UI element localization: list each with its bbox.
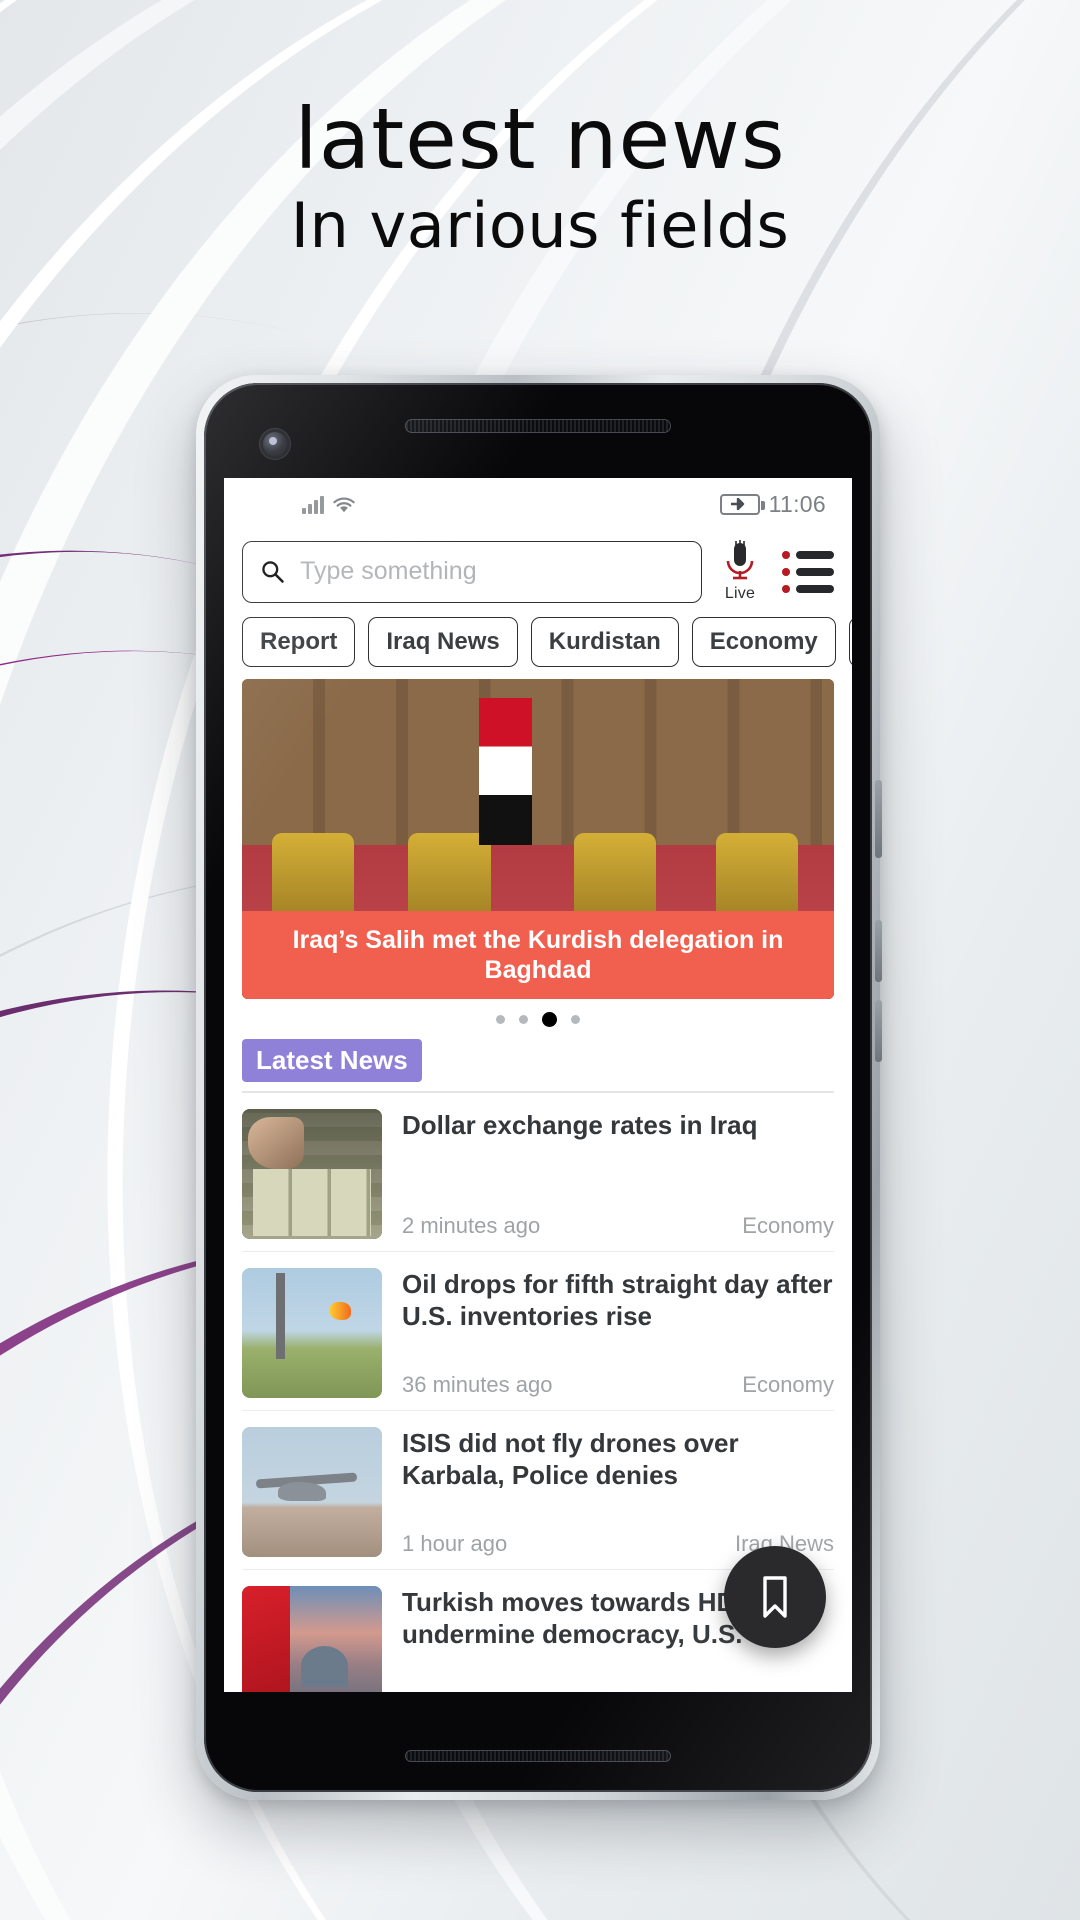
live-label: Live <box>724 585 756 602</box>
hero-caption: Iraq’s Salih met the Kurdish delegation … <box>242 911 834 999</box>
category-chip-report[interactable]: Report <box>242 617 356 667</box>
carousel-dot[interactable] <box>519 1015 528 1024</box>
carousel-dot-active[interactable] <box>542 1012 557 1027</box>
news-category: Economy <box>742 1372 834 1397</box>
news-timestamp: 1 hour ago <box>402 1690 507 1692</box>
poster-headline: latest news <box>294 90 786 188</box>
news-timestamp: 36 minutes ago <box>402 1372 553 1397</box>
status-bar-clock: 11:06 <box>768 490 826 517</box>
front-camera-icon <box>260 429 290 459</box>
category-chip-economy[interactable]: Economy <box>691 617 836 667</box>
news-list-item[interactable]: Dollar exchange rates in Iraq 2 minutes … <box>242 1093 834 1252</box>
news-title: ISIS did not fly drones over Karbala, Po… <box>402 1428 739 1490</box>
bottom-speaker-grille <box>405 1750 671 1762</box>
news-title: Dollar exchange rates in Iraq <box>402 1110 758 1140</box>
carousel-dot[interactable] <box>571 1015 580 1024</box>
menu-bar-icon <box>795 567 834 576</box>
menu-dot-icon <box>782 584 790 593</box>
status-bar: 11:06 <box>224 478 852 530</box>
category-chip-list[interactable]: Report Iraq News Kurdistan Economy World <box>224 609 852 679</box>
menu-bar-icon <box>795 584 834 593</box>
menu-dot-icon <box>782 567 790 576</box>
microphone-icon <box>726 540 754 580</box>
news-thumbnail <box>242 1586 382 1692</box>
live-mic-button[interactable]: Live <box>712 540 768 603</box>
bookmark-icon <box>763 1576 787 1618</box>
poster-heading-group: latest news In various fields <box>0 96 1080 264</box>
wifi-icon <box>333 497 355 513</box>
category-chip-iraq-news[interactable]: Iraq News <box>368 617 518 667</box>
carousel-dot[interactable] <box>496 1015 505 1024</box>
phone-mockup: 11:06 Type something Live Report Iraq Ne… <box>196 375 882 1800</box>
news-thumbnail <box>242 1268 382 1398</box>
hero-carousel-slide[interactable]: Iraq’s Salih met the Kurdish delegation … <box>242 679 834 999</box>
search-box[interactable] <box>242 540 702 603</box>
carousel-dots[interactable] <box>224 999 852 1037</box>
section-badge-latest-news: Latest News <box>242 1039 422 1082</box>
phone-volume-down-button[interactable] <box>875 1000 882 1062</box>
phone-screen: 11:06 Type something Live Report Iraq Ne… <box>224 478 852 1692</box>
category-chip-world[interactable]: World <box>848 617 852 667</box>
battery-charging-icon <box>719 493 765 515</box>
search-input[interactable] <box>300 557 685 586</box>
search-row: Live <box>224 530 852 609</box>
hamburger-menu-button[interactable] <box>778 550 834 593</box>
news-category: Economy <box>742 1213 834 1238</box>
menu-dot-icon <box>782 550 790 559</box>
phone-power-button[interactable] <box>875 780 882 858</box>
bookmark-fab-button[interactable] <box>724 1546 826 1648</box>
news-list-item[interactable]: Oil drops for fifth straight day after U… <box>242 1252 834 1411</box>
signal-bars-icon <box>302 494 324 514</box>
news-title: Oil drops for fifth straight day after U… <box>402 1269 833 1331</box>
poster-subheadline: In various fields <box>290 189 790 262</box>
news-thumbnail <box>242 1109 382 1239</box>
category-chip-kurdistan[interactable]: Kurdistan <box>530 617 679 667</box>
search-icon <box>262 560 284 583</box>
news-timestamp: 1 hour ago <box>402 1531 508 1556</box>
earpiece-speaker-grille <box>405 419 671 433</box>
news-timestamp: 2 minutes ago <box>402 1213 541 1238</box>
phone-volume-up-button[interactable] <box>875 920 882 982</box>
news-thumbnail <box>242 1427 382 1557</box>
news-category: World <box>777 1690 834 1692</box>
news-list-item[interactable]: ISIS did not fly drones over Karbala, Po… <box>242 1411 834 1570</box>
phone-body: 11:06 Type something Live Report Iraq Ne… <box>204 383 872 1792</box>
menu-bar-icon <box>795 550 834 559</box>
section-header: Latest News <box>224 1037 852 1082</box>
